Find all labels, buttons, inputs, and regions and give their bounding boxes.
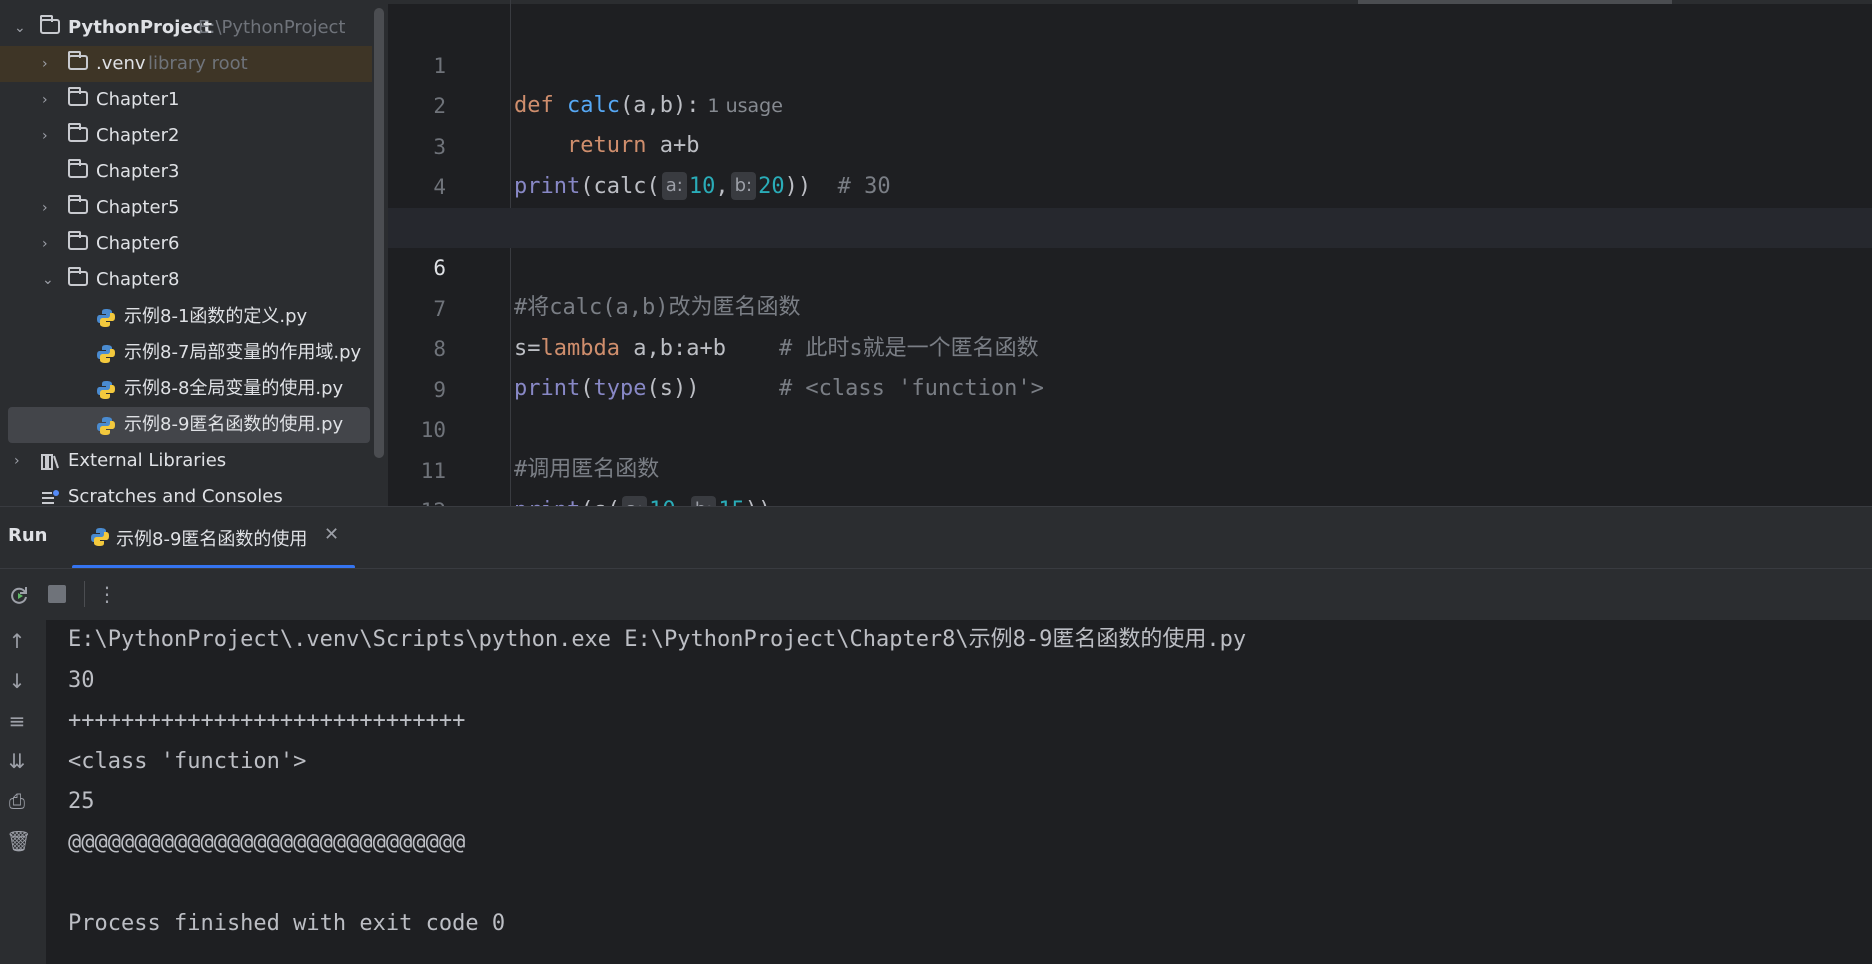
close-icon[interactable]: ✕ [324, 524, 339, 545]
tree-item-label: .venv [96, 53, 146, 74]
run-title: Run [8, 525, 48, 546]
folder-icon [68, 159, 88, 178]
chevron-right-icon[interactable]: › [14, 454, 26, 468]
run-toolbar: ⋮ [0, 568, 1872, 620]
run-panel: Run 示例8-9匿名函数的使用 ✕ ⋮ ↑ ↓ ≡ ⇊ ⎙ 🗑 E:\Pyth… [0, 506, 1872, 964]
print-icon[interactable]: ⎙ [6, 790, 28, 812]
console-line: ++++++++++++++++++++++++++++++ [68, 708, 466, 733]
folder-icon [68, 123, 88, 142]
tree-item-label: External Libraries [68, 450, 227, 471]
folder-icon [40, 15, 60, 34]
tree-item-scratches[interactable]: Scratches and Consoles [0, 479, 372, 506]
project-root-path: E:\PythonProject [198, 17, 346, 38]
stop-icon[interactable] [48, 585, 66, 603]
more-options-icon[interactable]: ⋮ [96, 583, 118, 605]
code-line[interactable]: 12 print('@'*30) [388, 451, 1872, 563]
tree-item-label: Chapter2 [96, 125, 180, 146]
tree-item-chapter8[interactable]: ⌄ Chapter8 [0, 262, 372, 298]
code-line[interactable]: 11 print(s(a:10,b:15)) [388, 411, 1872, 524]
folder-icon [68, 87, 88, 106]
chevron-right-icon[interactable]: › [42, 93, 54, 107]
console-output[interactable]: E:\PythonProject\.venv\Scripts\python.ex… [68, 620, 1848, 944]
python-file-icon [97, 381, 115, 399]
tree-item-file-selected[interactable]: 示例8-9匿名函数的使用.py [8, 407, 370, 443]
code-line[interactable]: 3 print(calc(a: 10, b: 20)) # 30 [388, 87, 1872, 200]
tree-item-file[interactable]: 示例8-1函数的定义.py [0, 299, 372, 335]
console-line: Process finished with exit code 0 [68, 910, 506, 936]
console-side-toolbar: ↑ ↓ ≡ ⇊ ⎙ 🗑 [0, 620, 46, 964]
tree-item-label: Chapter1 [96, 89, 180, 110]
code-line[interactable]: 1 def calc(a,b): 1 usage [388, 6, 1872, 118]
tree-item-label: Chapter5 [96, 197, 180, 218]
code-line[interactable]: 2 return a+b [388, 46, 1872, 158]
tree-item-file[interactable]: 示例8-7局部变量的作用域.py [0, 335, 372, 371]
folder-icon [68, 195, 88, 214]
rerun-icon[interactable] [8, 584, 30, 606]
folder-icon [68, 267, 88, 286]
tree-item-label: 示例8-1函数的定义.py [124, 306, 308, 327]
code-line[interactable]: 7 s=lambda a,b:a+b # 此时s就是一个匿名函数 [388, 249, 1872, 361]
run-tab[interactable]: 示例8-9匿名函数的使用 ✕ [72, 507, 355, 569]
chevron-down-icon[interactable]: ⌄ [14, 21, 26, 35]
python-file-icon [97, 345, 115, 363]
tree-item-chapter3[interactable]: Chapter3 [0, 154, 372, 190]
tree-item-file[interactable]: 示例8-8全局变量的使用.py [0, 371, 372, 407]
tree-item-venv[interactable]: › .venv library root [0, 46, 372, 82]
tree-item-chapter5[interactable]: › Chapter5 [0, 190, 372, 226]
arrow-up-icon[interactable]: ↑ [6, 630, 28, 652]
project-root-label: PythonProject [68, 17, 212, 38]
tree-item-label: 示例8-9匿名函数的使用.py [124, 414, 344, 435]
editor-horizontal-scrollbar[interactable] [1358, 0, 1672, 4]
tree-item-label: Chapter3 [96, 161, 180, 182]
tree-root[interactable]: ⌄ PythonProject E:\PythonProject [0, 10, 372, 46]
chevron-right-icon[interactable]: › [42, 201, 54, 215]
run-header: Run 示例8-9匿名函数的使用 ✕ [0, 506, 1872, 569]
chevron-down-icon[interactable]: ⌄ [42, 273, 54, 287]
scroll-to-end-icon[interactable]: ⇊ [6, 750, 28, 772]
code-line-current[interactable]: 6 #将calc(a,b)改为匿名函数 [388, 208, 1872, 320]
arrow-down-icon[interactable]: ↓ [6, 670, 28, 692]
python-file-icon [97, 417, 115, 435]
folder-icon [68, 51, 88, 70]
code-line[interactable]: 10 #调用匿名函数 [388, 370, 1872, 482]
python-file-icon [97, 309, 115, 327]
code-line[interactable]: 8 print(type(s)) # <class 'function'> [388, 289, 1872, 401]
tree-item-label: Chapter8 [96, 269, 180, 290]
folder-icon [68, 231, 88, 250]
tree-item-chapter2[interactable]: › Chapter2 [0, 118, 372, 154]
tree-item-label: Chapter6 [96, 233, 180, 254]
tree-item-chapter6[interactable]: › Chapter6 [0, 226, 372, 262]
code-line[interactable]: 4 print('+'*30) [388, 127, 1872, 239]
run-tab-label: 示例8-9匿名函数的使用 [116, 529, 308, 550]
console-line: E:\PythonProject\.venv\Scripts\python.ex… [68, 627, 1247, 652]
trash-icon[interactable]: 🗑 [6, 830, 31, 852]
chevron-right-icon[interactable]: › [42, 237, 54, 251]
console-line: @@@@@@@@@@@@@@@@@@@@@@@@@@@@@@ [68, 829, 466, 855]
tree-item-label: 示例8-8全局变量的使用.py [124, 378, 344, 399]
console-line: 30 [68, 667, 95, 693]
tree-item-external-libraries[interactable]: › External Libraries [0, 443, 372, 479]
library-root-hint: library root [148, 53, 248, 74]
code-line[interactable]: 5 [388, 168, 1872, 240]
code-line[interactable]: 9 [388, 330, 1872, 402]
scratches-icon [42, 490, 59, 504]
code-editor[interactable]: 1 def calc(a,b): 1 usage 2 return a+b 3 p… [388, 0, 1872, 563]
chevron-right-icon[interactable]: › [42, 57, 54, 71]
library-icon [41, 454, 59, 470]
project-panel: ⌄ PythonProject E:\PythonProject › .venv… [0, 0, 388, 506]
python-file-icon [91, 528, 109, 546]
tree-item-chapter1[interactable]: › Chapter1 [0, 82, 372, 118]
console-line: 25 [68, 789, 95, 814]
soft-wrap-icon[interactable]: ≡ [6, 710, 28, 732]
project-scrollbar[interactable] [374, 8, 384, 458]
chevron-right-icon[interactable]: › [42, 129, 54, 143]
tree-item-label: 示例8-7局部变量的作用域.py [124, 342, 362, 363]
console-line: <class 'function'> [68, 748, 307, 774]
tree-item-label: Scratches and Consoles [68, 486, 283, 506]
